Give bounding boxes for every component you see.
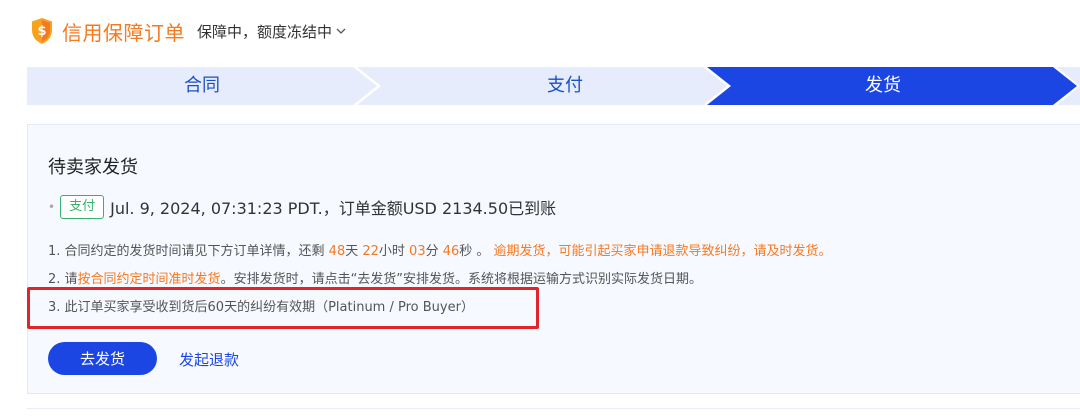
bullet-dot: • [48, 200, 56, 214]
step-contract: 合同 [184, 75, 220, 96]
step-shipping: 发货 [865, 75, 901, 96]
note-2-highlight: 按合同约定时间准时发货 [77, 272, 221, 287]
chevron-down-icon [336, 28, 346, 34]
countdown-hours: 22 [362, 244, 379, 259]
unit-seconds: 秒 。 [459, 244, 494, 259]
unit-days: 天 [345, 244, 363, 259]
note-shipping-deadline: 1. 合同约定的发货时间请见下方订单详情，还剩 48天 22小时 03分 46秒… [48, 240, 832, 259]
request-refund-link[interactable]: 发起退款 [179, 349, 239, 370]
page-title: 信用保障订单 [62, 20, 185, 45]
countdown-seconds: 46 [442, 244, 460, 259]
step-payment: 支付 [547, 75, 583, 96]
payment-info-line: • 支付 Jul. 9, 2024, 07:31:23 PDT.，订单金额USD… [48, 195, 556, 219]
order-status-panel: 待卖家发货 • 支付 Jul. 9, 2024, 07:31:23 PDT.，订… [27, 124, 1080, 394]
unit-hours: 小时 [378, 244, 410, 259]
overdue-warning: 逾期发货，可能引起买家申请退款导致纠纷，请及时发货。 [493, 244, 832, 259]
note-2-suffix: 。安排发货时，请点击“去发货”安排发货。系统将根据运输方式识别实际发货日期。 [220, 272, 703, 287]
ship-goods-button[interactable]: 去发货 [48, 342, 157, 375]
protection-status-dropdown[interactable]: 保障中，额度冻结中 [197, 21, 346, 42]
countdown-minutes: 03 [409, 244, 426, 259]
countdown-days: 48 [328, 244, 346, 259]
payment-info-text: Jul. 9, 2024, 07:31:23 PDT.，订单金额USD 2134… [110, 199, 557, 218]
bottom-divider [27, 408, 1080, 409]
red-highlight-annotation [27, 287, 539, 329]
protection-status-text: 保障中，额度冻结中 [197, 22, 333, 41]
page-header: $ 信用保障订单 保障中，额度冻结中 [30, 14, 346, 48]
shield-dollar-icon: $ [32, 18, 52, 44]
panel-title: 待卖家发货 [48, 157, 138, 178]
payment-status-badge: 支付 [60, 195, 105, 219]
note-2-prefix: 2. 请 [48, 272, 78, 287]
order-progress-steps: 合同 支付 发货 [27, 67, 1080, 105]
svg-text:$: $ [37, 24, 46, 39]
note-ship-on-time: 2. 请按合同约定时间准时发货。安排发货时，请点击“去发货”安排发货。系统将根据… [48, 268, 702, 287]
unit-minutes: 分 [425, 244, 443, 259]
note-1-prefix: 1. 合同约定的发货时间请见下方订单详情，还剩 [48, 244, 329, 259]
